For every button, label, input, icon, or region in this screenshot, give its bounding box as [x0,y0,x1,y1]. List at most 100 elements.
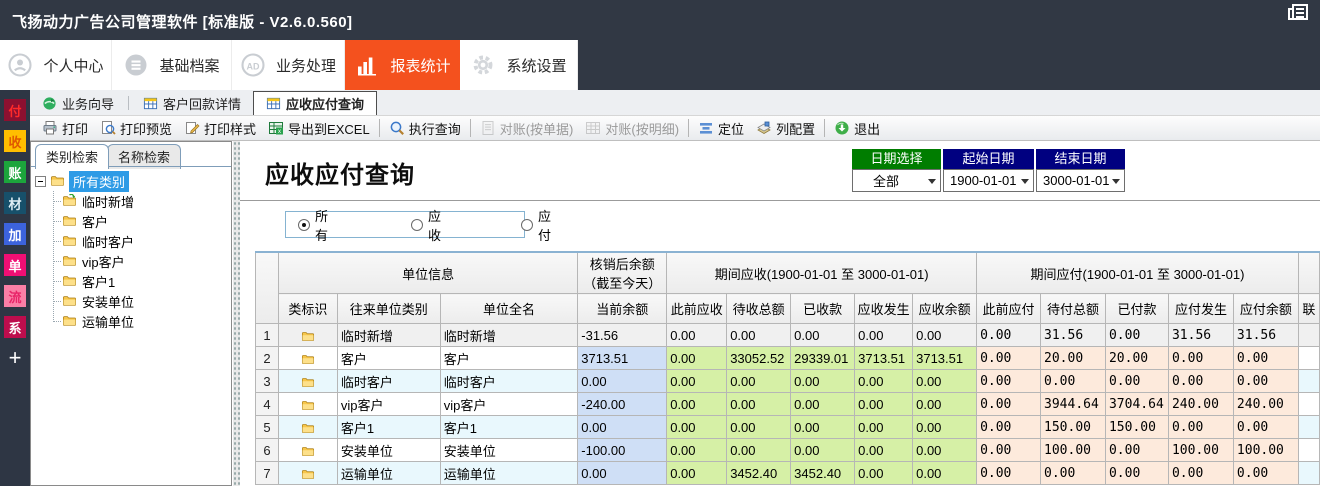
value-cell: 3452.40 [726,461,792,485]
contact-cell [1297,392,1320,416]
value-cell: 0.00 [1104,323,1169,347]
category-cell: 客户 [336,346,441,370]
value-cell: 0.00 [1104,369,1169,393]
rail-button-收[interactable]: 收 [4,130,26,152]
end-date-combo: 结束日期 3000-01-01 [1036,149,1125,192]
contact-cell [1297,323,1320,347]
toolbar-button-定位[interactable]: 定位 [692,117,750,140]
columns-icon [756,120,772,136]
doc-tab-应收应付查询[interactable]: 应收应付查询 [253,91,378,115]
grid-row-1[interactable]: 1 临时新增 临时新增 -31.56 0.00 0.00 0.00 0.00 0.00 0.00 3… [255,323,1320,347]
grid-row-5[interactable]: 5 客户1 客户1 0.00 0.00 0.00 0.00 0.00 0.00 0.00 150.0… [255,415,1320,439]
excel-icon: x [268,120,284,136]
tree-children: 临时新增 客户 临时客户 vip客户客户1 安装单位 运输单位 [49,191,231,331]
date-mode-select[interactable]: 全部 [852,169,941,192]
end-date-select[interactable]: 3000-01-01 [1036,169,1125,192]
tree-node-临时新增[interactable]: 临时新增 [49,191,231,211]
nav-tab-系统设置[interactable]: 系统设置 [460,40,578,90]
tree-node-客户[interactable]: 客户 [49,211,231,231]
rail-button-流[interactable]: 流 [4,285,26,307]
grid-row-7[interactable]: 7 运输单位 运输单位 0.00 0.00 3452.40 3452.40 0.00 0.00 0… [255,461,1320,485]
tree-node-label: 客户1 [82,274,116,290]
panel-splitter[interactable] [233,141,240,486]
value-cell: 100.00 [1040,438,1106,462]
tree-node-root[interactable]: 所有类别 [35,170,231,192]
nav-tab-label: 基础档案 [159,57,220,75]
radio-应收[interactable]: 应收 [411,206,441,244]
toolbar-button-label: 定位 [718,121,745,137]
grid-row-4[interactable]: 4 vip客户 vip客户 -240.00 0.00 0.00 0.00 0.00 0.00 0.… [255,392,1320,416]
radio-button-icon [521,218,534,231]
side-rail: 付收账材加单流系 + [0,90,30,486]
value-cell: 0.00 [854,438,914,462]
page-title: 应收应付查询 [265,162,415,189]
nav-tab-个人中心[interactable]: 个人中心 [0,40,112,90]
value-cell: 0.00 [976,461,1042,485]
start-date-header: 起始日期 [943,149,1034,169]
value-cell: 0.00 [726,392,792,416]
toolbar-button-导出到EXCEL[interactable]: x 导出到EXCEL [262,117,376,140]
toolbar-button-列配置[interactable]: 列配置 [750,117,821,140]
rail-button-单[interactable]: 单 [4,254,26,276]
value-cell: 0.00 [666,369,728,393]
rail-button-加[interactable]: 加 [4,223,26,245]
value-cell: 0.00 [1167,369,1234,393]
value-cell: 0.00 [912,369,978,393]
chevron-down-icon [1021,179,1029,184]
tree-node-安装单位[interactable]: 安装单位 [49,291,231,311]
rail-button-付[interactable]: 付 [4,99,26,121]
grid-group-header [1297,251,1320,294]
tree-node-运输单位[interactable]: 运输单位 [49,311,231,331]
toolbar-button-退出[interactable]: 退出 [828,117,886,140]
contact-cell [1297,415,1320,439]
value-cell: 0.00 [577,415,668,439]
end-date-header: 结束日期 [1036,149,1125,169]
rail-button-账[interactable]: 账 [4,161,26,183]
tree-tab-类别检索[interactable]: 类别检索 [35,144,110,169]
nav-tab-业务处理[interactable]: AD 业务处理 [232,40,345,90]
doc-tab-label: 业务向导 [62,96,115,112]
value-cell: 0.00 [726,323,792,347]
row-number: 2 [255,346,279,370]
grid-column-header-已付款: 已付款 [1104,293,1169,324]
contact-cell [1297,438,1320,462]
doc-tab-客户回款详情[interactable]: 客户回款详情 [131,91,253,115]
folder-icon [300,468,316,481]
grid-row-3[interactable]: 3 临时客户 临时客户 0.00 0.00 0.00 0.00 0.00 0.00 0.00 0.0… [255,369,1320,393]
value-cell: 150.00 [1104,415,1169,439]
value-cell: 3713.51 [912,346,978,370]
folder-icon [61,314,78,328]
tree-node-客户1[interactable]: 客户1 [49,271,231,291]
rail-button-系[interactable]: 系 [4,316,26,338]
toolbar-button-label: 列配置 [776,121,816,137]
rail-button-材[interactable]: 材 [4,192,26,214]
start-date-select[interactable]: 1900-01-01 [943,169,1034,192]
doc-tab-label: 客户回款详情 [163,96,242,112]
table-icon [266,96,281,111]
nav-tab-报表统计[interactable]: 报表统计 [345,40,460,90]
doc-tab-业务向导[interactable]: 业务向导 [30,91,126,115]
window-document-icon[interactable] [1288,4,1310,24]
grid-column-header-应付余额: 应付余额 [1232,293,1299,324]
grid-row-2[interactable]: 2 客户 客户 3713.51 0.00 33052.52 29339.01 3713.51 3… [255,346,1320,370]
grid-column-header-应收发生: 应收发生 [854,293,914,324]
radio-label: 应收 [428,208,442,243]
value-cell: 0.00 [666,438,728,462]
tree-node-vip客户[interactable]: vip客户 [49,251,231,271]
tree-node-label: vip客户 [82,254,125,270]
toolbar-button-打印[interactable]: 打印 [36,117,94,140]
nav-tab-基础档案[interactable]: 基础档案 [112,40,232,90]
grid-row-6[interactable]: 6 安装单位 安装单位 -100.00 0.00 0.00 0.00 0.00 0.00 0.00… [255,438,1320,462]
toolbar-button-执行查询[interactable]: 执行查询 [383,117,467,140]
rail-add-button[interactable]: + [4,345,26,370]
tree-expander-icon[interactable] [35,175,46,187]
nav-tabs: 个人中心 基础档案 AD 业务处理 报表统计 系统设置 [0,40,578,90]
tree-node-临时客户[interactable]: 临时客户 [49,231,231,251]
radio-应付[interactable]: 应付 [521,206,551,244]
category-flag-cell [277,461,338,485]
toolbar-button-label: 打印预览 [120,121,173,137]
toolbar-button-打印预览[interactable]: 打印预览 [94,117,178,140]
radio-所有[interactable]: 所有 [298,206,328,244]
category-tree-panel: 类别检索 名称检索 所有类别 临时新增 客户 临时客户 vip客户 客户1 安装单位 运输单位 [30,141,232,486]
toolbar-button-打印样式[interactable]: 打印样式 [178,117,262,140]
